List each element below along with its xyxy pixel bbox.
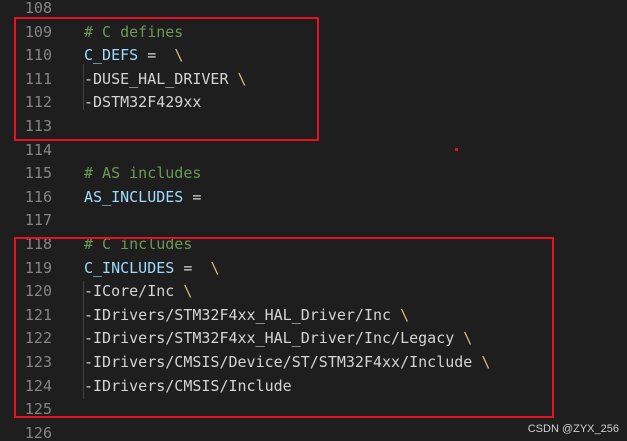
line-code: # AS includes [84, 162, 201, 186]
line-number: 115 [24, 164, 52, 183]
code-line[interactable]: 115 # AS includes [0, 162, 627, 186]
code-editor[interactable]: 108 109 # C defines 110 C_DEFS = \ 111 -DUSE_H… [0, 0, 627, 441]
code-token: AS_INCLUDES [84, 187, 184, 206]
highlight-box-c-includes [14, 237, 554, 418]
line-number: 114 [24, 140, 52, 159]
code-line[interactable]: 114 [0, 139, 627, 163]
code-line[interactable]: 116 AS_INCLUDES = [0, 186, 627, 210]
highlight-box-c-defines [14, 17, 319, 141]
line-number: 116 [24, 187, 52, 206]
line-code: AS_INCLUDES = [84, 186, 201, 210]
watermark: CSDN @ZYX_256 [527, 423, 619, 435]
code-token: = [183, 187, 202, 206]
code-line[interactable]: 117 [0, 209, 627, 233]
line-number: 117 [24, 211, 52, 230]
line-number: 126 [24, 423, 52, 441]
code-token: # AS includes [84, 164, 202, 183]
red-mark [455, 148, 458, 151]
